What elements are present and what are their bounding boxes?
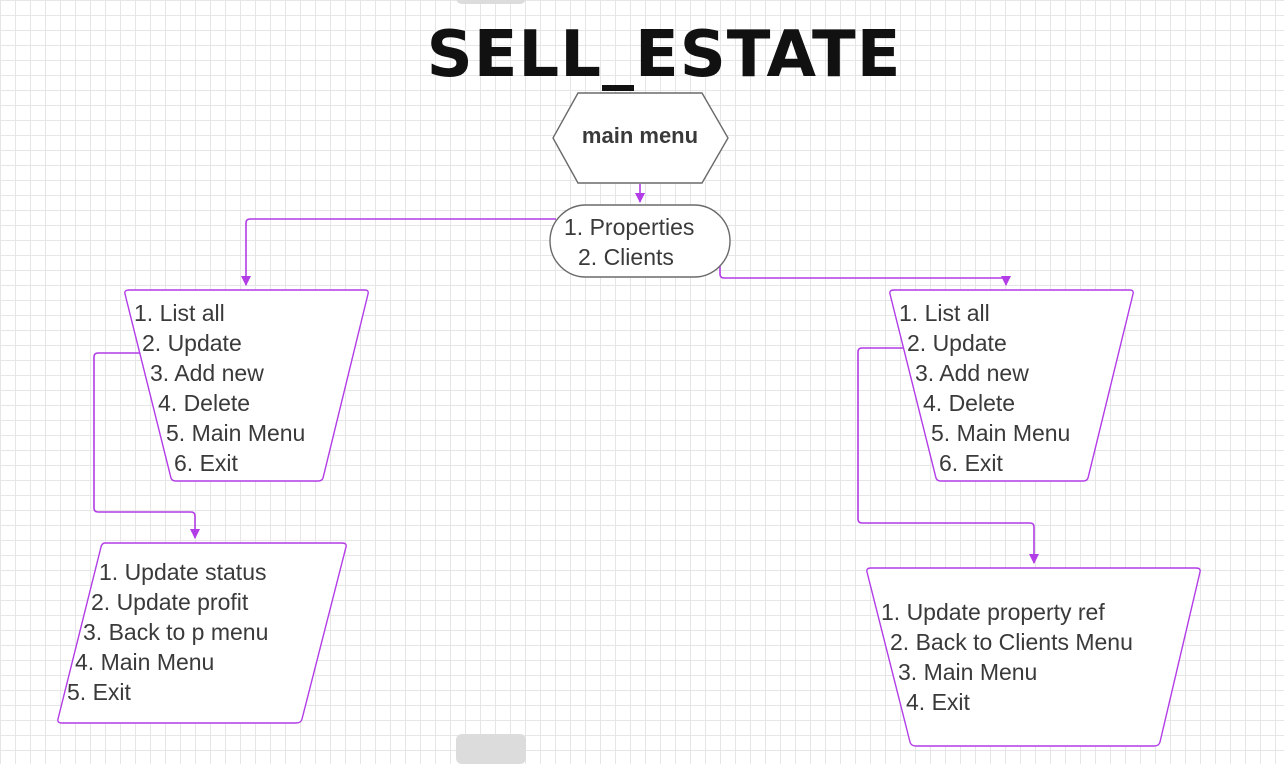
connector-choice-to-clients xyxy=(719,262,1011,286)
property-update-item-main-menu: 4. Main Menu xyxy=(75,649,214,675)
properties-item-delete: 4. Delete xyxy=(158,390,250,416)
property-update-item-status: 1. Update status xyxy=(99,559,267,585)
property-update-item-back: 3. Back to p menu xyxy=(83,619,268,645)
properties-item-exit: 6. Exit xyxy=(174,450,239,476)
choice-properties: 1. Properties xyxy=(564,214,694,240)
client-update-item-main-menu: 3. Main Menu xyxy=(898,659,1037,685)
clients-item-update: 2. Update xyxy=(907,330,1007,356)
client-update-menu-node[interactable]: 1. Update property ref 2. Back to Client… xyxy=(866,567,1201,747)
clients-item-exit: 6. Exit xyxy=(939,450,1004,476)
top-choice-node[interactable]: 1. Properties 2. Clients xyxy=(549,204,731,278)
diagram-title: SELL_ESTATE xyxy=(427,18,902,92)
properties-item-main-menu: 5. Main Menu xyxy=(166,420,305,446)
client-update-item-property-ref: 1. Update property ref xyxy=(881,599,1105,625)
clients-item-delete: 4. Delete xyxy=(923,390,1015,416)
flowchart-canvas: SELL_ESTATE main menu 1. Properties 2. C… xyxy=(57,18,1201,747)
property-update-item-profit: 2. Update profit xyxy=(91,589,249,615)
main-menu-node[interactable]: main menu xyxy=(552,92,729,184)
trapezoid-shape xyxy=(866,567,1201,747)
property-update-item-exit: 5. Exit xyxy=(67,679,132,705)
client-update-item-back: 2. Back to Clients Menu xyxy=(890,629,1133,655)
client-update-item-exit: 4. Exit xyxy=(906,689,971,715)
clients-item-add-new: 3. Add new xyxy=(915,360,1029,386)
clients-item-list-all: 1. List all xyxy=(899,300,990,326)
properties-item-add-new: 3. Add new xyxy=(150,360,264,386)
properties-item-list-all: 1. List all xyxy=(134,300,225,326)
properties-menu-node[interactable]: 1. List all 2. Update 3. Add new 4. Dele… xyxy=(124,289,369,482)
property-update-menu-node[interactable]: 1. Update status 2. Update profit 3. Bac… xyxy=(57,542,347,724)
clients-menu-node[interactable]: 1. List all 2. Update 3. Add new 4. Dele… xyxy=(889,289,1134,482)
main-menu-label: main menu xyxy=(582,123,698,148)
clients-item-main-menu: 5. Main Menu xyxy=(931,420,1070,446)
connector-choice-to-properties xyxy=(241,218,556,286)
properties-item-update: 2. Update xyxy=(142,330,242,356)
choice-clients: 2. Clients xyxy=(578,244,674,270)
